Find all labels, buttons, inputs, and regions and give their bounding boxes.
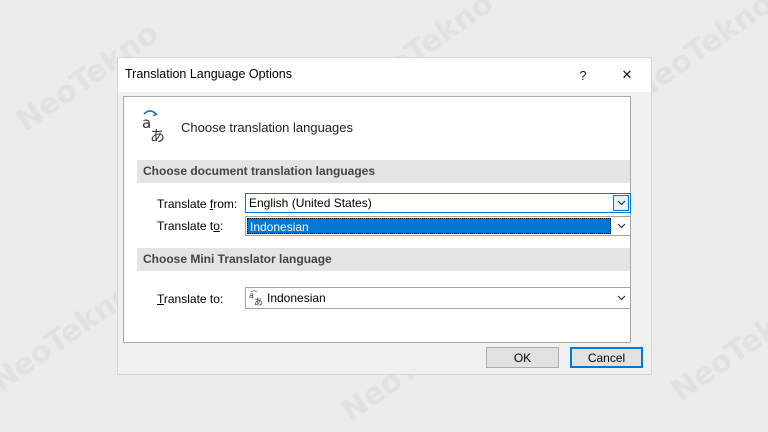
close-icon: ✕ — [621, 67, 633, 82]
section-title: Choose Mini Translator language — [143, 252, 332, 266]
section-title: Choose document translation languages — [143, 164, 376, 178]
cancel-button[interactable]: Cancel — [570, 347, 643, 368]
mini-translate-to-value: Indonesian — [267, 291, 326, 305]
dialog-title: Translation Language Options — [125, 67, 293, 81]
svg-text:あ: あ — [150, 127, 165, 143]
translate-from-label: Translate from: — [157, 197, 238, 211]
translate-icon: a あ — [142, 110, 165, 143]
translate-from-select[interactable]: English (United States) — [245, 193, 631, 213]
section-document-languages: Choose document translation languages — [137, 160, 630, 183]
selected-highlight: Indonesian — [247, 218, 611, 234]
translate-from-value: English (United States) — [249, 196, 372, 210]
mini-translate-to-select[interactable]: a あ Indonesian — [245, 287, 631, 309]
translation-options-dialog: Translation Language Options ? ✕ a あ Cho… — [117, 57, 652, 375]
help-button[interactable]: ? — [565, 58, 601, 92]
title-bar: Translation Language Options ? ✕ — [118, 58, 651, 92]
chevron-down-icon[interactable] — [613, 218, 629, 234]
translate-to-value: Indonesian — [250, 220, 309, 234]
watermark-text: NeoTekno — [665, 286, 768, 409]
translate-icon: a あ — [249, 290, 263, 306]
help-icon: ? — [579, 67, 587, 83]
section-mini-translator: Choose Mini Translator language — [137, 248, 630, 271]
header-text: Choose translation languages — [181, 120, 354, 135]
close-button[interactable]: ✕ — [609, 58, 645, 92]
ok-button[interactable]: OK — [486, 347, 559, 368]
chevron-down-icon[interactable] — [613, 195, 629, 211]
svg-text:あ: あ — [254, 297, 263, 306]
mini-translate-to-label: Translate to: — [157, 292, 224, 306]
translate-to-label: Translate to: — [157, 219, 224, 233]
chevron-down-icon[interactable] — [613, 290, 629, 306]
translate-to-select[interactable]: Indonesian — [245, 216, 631, 236]
options-panel: a あ Choose translation languages Choose … — [123, 96, 631, 343]
